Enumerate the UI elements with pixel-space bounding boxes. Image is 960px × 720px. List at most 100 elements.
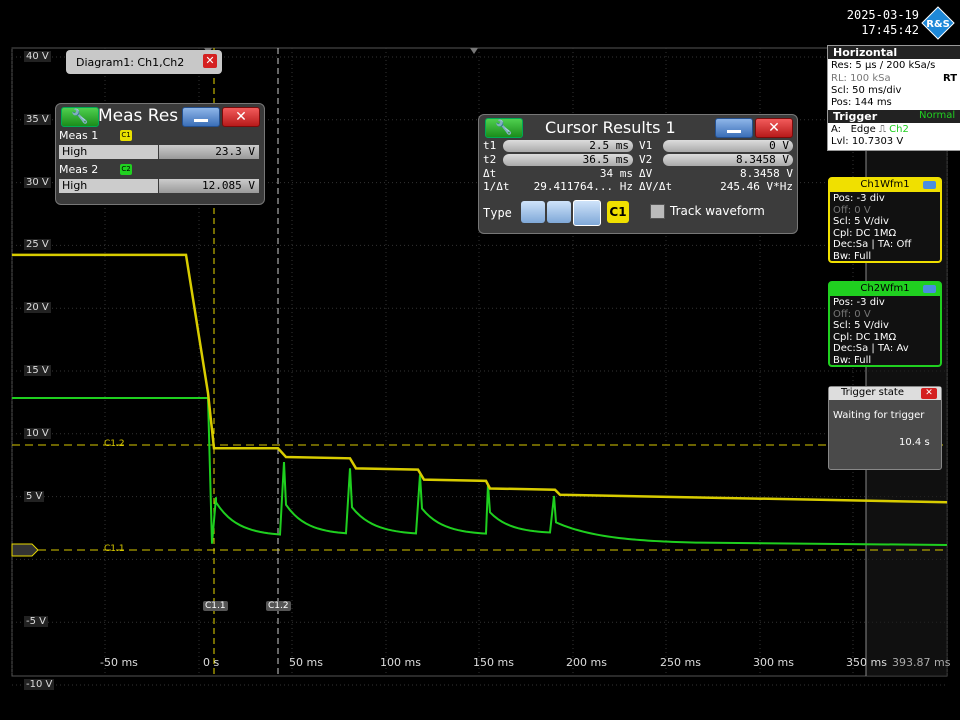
track-waveform-checkbox[interactable] [650,204,665,219]
ch1-dec: Dec:Sa | TA: Off [833,239,912,250]
y-axis-label: 25 V [24,239,51,251]
cursor-minimize-button[interactable] [715,118,753,138]
y-axis-label: 35 V [24,113,51,125]
datetime-display: 2025-03-19 17:45:42 [835,8,919,38]
ch2-minimize-icon[interactable] [923,285,936,293]
trigger-title: Trigger [833,110,878,123]
dt-value: 34 ms [599,167,633,180]
cursor-title: Cursor Results 1 [545,118,676,137]
cursor-type-both-icon[interactable] [573,200,601,226]
y-axis-label: -5 V [24,616,48,628]
time-text: 17:45:42 [861,23,919,37]
diagram-tab[interactable]: Diagram1: Ch1,Ch2 ✕ [66,50,222,74]
ch2-cpl: Cpl: DC 1MΩ [833,331,897,343]
meas2-source-badge: C2 [120,164,132,175]
track-waveform-label: Track waveform [670,204,765,218]
y-axis-label: 10 V [24,427,51,439]
meas-settings-button[interactable]: 🔧 [61,107,99,127]
logo-text: R&S [926,19,950,30]
trigger-state-time: 10.4 s [899,437,930,448]
close-icon: ✕ [768,120,780,136]
horizontal-trigger-panel[interactable]: Horizontal Res: 5 µs / 200 kSa/s RL: 100… [827,45,960,151]
date-text: 2025-03-19 [846,8,919,22]
trigger-type-prefix: A: [831,124,842,135]
dv-value: 8.3458 V [740,167,793,180]
trigger-source: Ch2 [889,124,909,135]
trigger-header: Trigger Normal [828,110,960,123]
t2-value: 36.5 ms [503,154,633,166]
diagram-close-icon[interactable]: ✕ [203,54,217,68]
dv-dt-value: 245.46 V*Hz [720,180,793,193]
ch2-bw: Bw: Full [833,354,872,366]
ch2-off: Off: 0 V [833,308,871,320]
ch1-minimize-icon[interactable] [923,181,936,189]
horizontal-title: Horizontal [828,46,960,59]
ch2-dec: Dec:Sa | TA: Av [833,343,909,354]
cursor-results-panel: 🔧 Cursor Results 1 ✕ t1 2.5 ms t2 36.5 m… [478,114,798,234]
inv-dt-value: 29.411764... Hz [533,180,633,193]
ground-marker [11,543,39,557]
x-axis-label: 0 s [203,656,220,669]
cursor-v1-label[interactable]: C1.1 [203,601,228,611]
y-axis-label: 30 V [24,176,51,188]
cursor-v2-label[interactable]: C1.2 [266,601,291,611]
ch1-bw: Bw: Full [833,250,872,262]
close-icon: ✕ [235,109,247,125]
horizontal-rl: RL: 100 kSa [831,73,891,84]
ch2-info-box[interactable]: Ch2Wfm1 Pos: -3 div Off: 0 V Scl: 5 V/di… [828,281,942,367]
trigger-level: Lvl: 10.7303 V [831,136,904,147]
y-axis-label: 15 V [24,365,51,376]
ch1-cpl: Cpl: DC 1MΩ [833,227,897,239]
y-axis-label: 20 V [24,302,51,314]
trigger-state-box[interactable]: Trigger state ✕ Waiting for trigger 10.4… [828,386,942,470]
wrench-icon: 🔧 [495,120,513,136]
v1-value: 0 V [663,140,793,152]
ch2-pos: Pos: -3 div [833,297,885,308]
y-axis-label: 5 V [24,490,45,502]
ch1-info-box[interactable]: Ch1Wfm1 Pos: -3 div Off: 0 V Scl: 5 V/di… [828,177,942,263]
y-axis-label: -10 V [24,679,55,690]
meas-minimize-button[interactable] [182,107,220,127]
meas1-stat: High [59,145,158,159]
cursor-type-horizontal-icon[interactable] [521,201,545,223]
meas1-label: Meas 1 [59,129,99,142]
cursor-settings-button[interactable]: 🔧 [485,118,523,138]
x-axis-label: -50 ms [100,656,138,669]
dv-dt-label: ΔV/Δt [639,180,673,193]
t1-label: t1 [483,139,497,152]
meas-title: Meas Res [98,106,179,126]
t2-label: t2 [483,153,497,166]
meas-close-button[interactable]: ✕ [222,107,260,127]
cursor-h1-label: C1.1 [104,544,125,554]
rs-logo-icon: R&S [921,6,955,40]
edge-rising-icon: ⎍ [878,124,886,135]
dv-label: ΔV [639,167,653,180]
trigger-mode: Normal [919,110,956,121]
horizontal-res: Res: 5 µs / 200 kSa/s [831,60,936,71]
v1-label: V1 [639,139,653,152]
x-axis-label: 100 ms [380,656,421,669]
meas1-value: 23.3 V [159,145,259,159]
trigger-state-close-icon[interactable]: ✕ [921,388,937,399]
x-axis-label: 300 ms [753,656,794,669]
meas-results-panel: 🔧 Meas Res ✕ Meas 1 C1 High 23.3 V Meas … [55,103,265,205]
v2-value: 8.3458 V [663,154,793,166]
trigger-type: Edge [850,124,876,135]
dt-label: Δt [483,167,497,180]
ch1-scl: Scl: 5 V/div [833,216,889,227]
meas2-value: 12.085 V [159,179,259,193]
trigger-state-header: Trigger state ✕ [829,387,941,400]
diagram-tab-title: Diagram1: Ch1,Ch2 [76,56,185,69]
x-axis-label: 150 ms [473,656,514,669]
cursor-close-button[interactable]: ✕ [755,118,793,138]
cursor-source-button[interactable]: C1 [607,201,629,223]
horizontal-rt: RT [943,73,958,84]
horizontal-scl: Scl: 50 ms/div [831,85,902,96]
ch2-scl: Scl: 5 V/div [833,320,889,331]
cursor-h2-label: C1.2 [104,439,125,449]
x-end-label: 393.87 ms [892,656,951,669]
meas2-stat: High [59,179,158,193]
x-axis-label: 350 ms [846,656,887,669]
cursor-type-vertical-icon[interactable] [547,201,571,223]
type-label: Type [483,206,512,220]
